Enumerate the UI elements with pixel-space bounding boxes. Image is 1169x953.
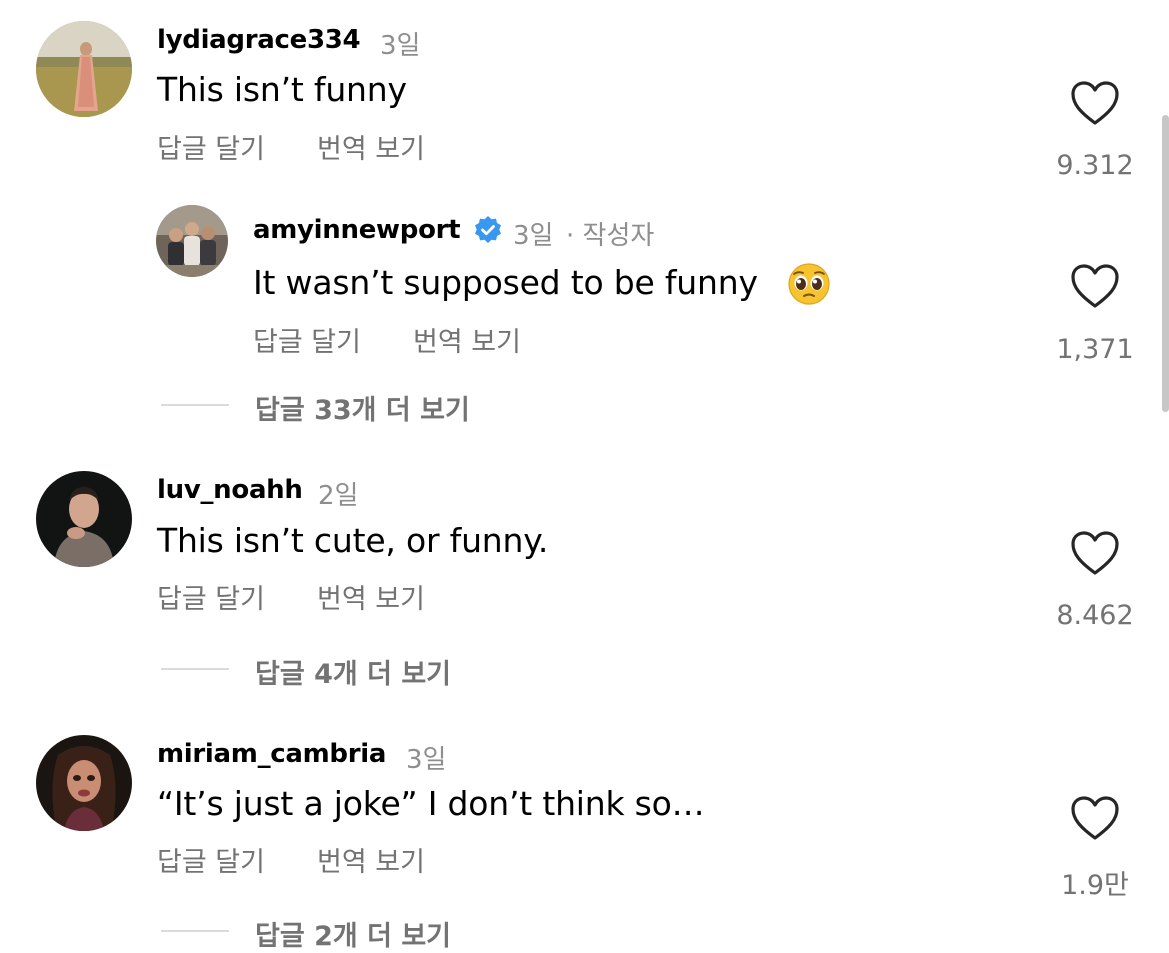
- profile-photo-family-group-icon: [156, 205, 228, 277]
- avatar[interactable]: [36, 21, 132, 117]
- pleading-face-emoji: [788, 263, 830, 305]
- comment-time: 2일: [318, 481, 359, 511]
- comment-time: 3일: [380, 31, 421, 61]
- divider-line: [161, 930, 229, 932]
- reply-button[interactable]: 답글 달기: [157, 840, 265, 879]
- like-count: 1.9만: [1061, 870, 1129, 901]
- comment-username[interactable]: miriam_cambria: [157, 739, 386, 769]
- scrollbar[interactable]: [1162, 115, 1169, 412]
- see-translation-button[interactable]: 번역 보기: [317, 577, 425, 616]
- heart-icon[interactable]: [1070, 530, 1120, 576]
- reply-button[interactable]: 답글 달기: [157, 127, 265, 166]
- comment-text: “It’s just a joke” I don’t think so…: [157, 784, 705, 823]
- comment-text: It wasn’t supposed to be funny: [253, 263, 758, 302]
- view-more-replies-button[interactable]: 답글 4개 더 보기: [255, 652, 451, 691]
- comment-text: This isn’t cute, or funny.: [157, 521, 549, 560]
- like-count: 9.312: [1056, 150, 1134, 181]
- avatar[interactable]: [36, 471, 132, 567]
- divider-line: [161, 404, 229, 406]
- comment-username[interactable]: lydiagrace334: [157, 25, 361, 55]
- like-count: 8.462: [1056, 600, 1134, 631]
- profile-photo-doll-icon: [36, 735, 132, 831]
- view-more-replies-button[interactable]: 답글 33개 더 보기: [255, 388, 470, 427]
- profile-photo-man-dark-icon: [36, 471, 132, 567]
- view-more-replies-button[interactable]: 답글 2개 더 보기: [255, 914, 451, 953]
- heart-icon[interactable]: [1070, 795, 1120, 841]
- reply-button[interactable]: 답글 달기: [157, 577, 265, 616]
- reply-button[interactable]: 답글 달기: [253, 320, 361, 359]
- comment-time: 3일: [406, 745, 447, 775]
- comment-username[interactable]: amyinnewport: [253, 215, 461, 245]
- avatar[interactable]: [36, 735, 132, 831]
- heart-icon[interactable]: [1070, 263, 1120, 309]
- see-translation-button[interactable]: 번역 보기: [317, 840, 425, 879]
- profile-photo-field-dress-icon: [36, 21, 132, 117]
- see-translation-button[interactable]: 번역 보기: [317, 127, 425, 166]
- verified-badge-icon: [475, 216, 501, 243]
- see-translation-button[interactable]: 번역 보기: [413, 320, 521, 359]
- like-count: 1,371: [1056, 334, 1134, 365]
- avatar[interactable]: [156, 205, 228, 277]
- comment-time: 3일: [513, 221, 554, 251]
- divider-line: [161, 668, 229, 670]
- heart-icon[interactable]: [1070, 80, 1120, 126]
- author-tag: · 작성자: [566, 221, 655, 251]
- comment-username[interactable]: luv_noahh: [157, 475, 303, 505]
- comment-text: This isn’t funny: [157, 70, 407, 109]
